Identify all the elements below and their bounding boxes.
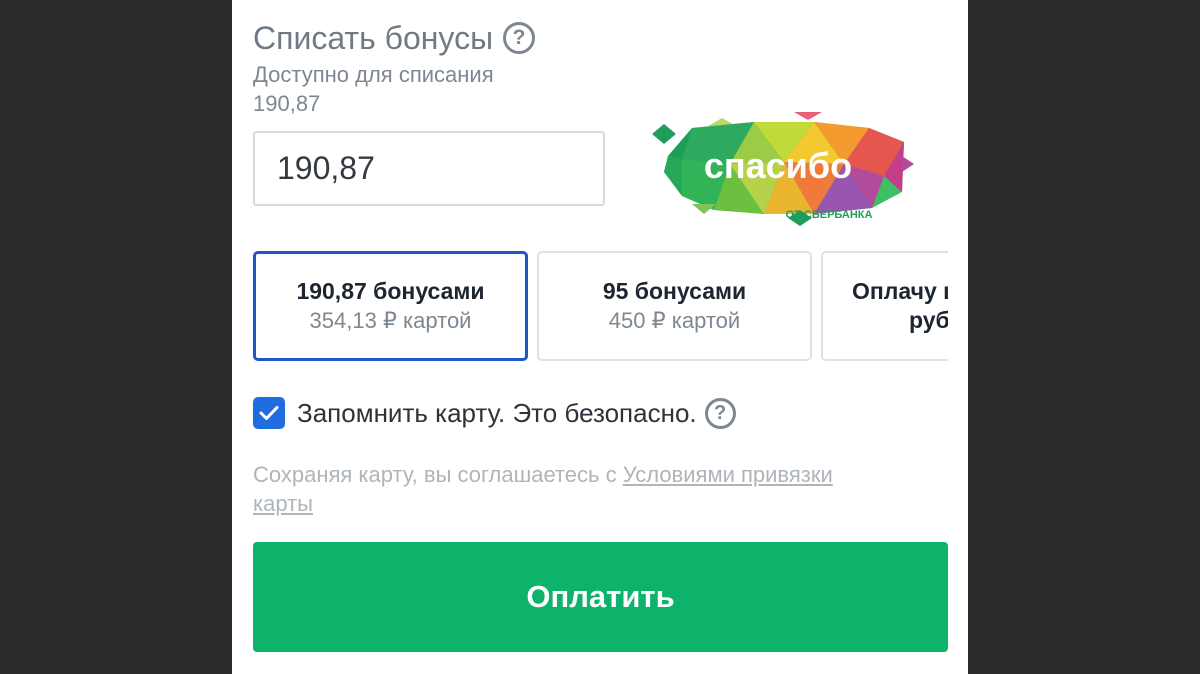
remember-card-row: Запомнить карту. Это безопасно. ? (253, 397, 736, 429)
option-half-bonus[interactable]: 95 бонусами 450 ₽ картой (537, 251, 812, 361)
logo-sub-text: ОТ СБЕРБАНКА (786, 209, 873, 221)
remember-card-label: Запомнить карту. Это безопасно. (297, 397, 697, 428)
question-help-icon[interactable]: ? (503, 22, 536, 54)
spasibo-logo: спасибо ОТ СБЕРБАНКА (652, 112, 914, 226)
option-main-label: 95 бонусами (602, 278, 747, 304)
pay-button[interactable]: Оплатить (253, 542, 948, 652)
terms-text: Сохраняя карту, вы соглашаетесь с Услови… (253, 460, 833, 518)
option-sub-label: 354,13 ₽ картой (309, 308, 472, 333)
option-pay-rubles[interactable]: Оплачу в руб (821, 251, 948, 361)
option-sub-label: руб (909, 307, 948, 333)
bonus-amount-input[interactable] (253, 131, 605, 206)
option-full-bonus[interactable]: 190,87 бонусами 354,13 ₽ картой (253, 251, 528, 361)
bonus-title: Списать бонусы (253, 20, 494, 56)
payment-options: 190,87 бонусами 354,13 ₽ картой 95 бонус… (253, 251, 948, 361)
option-main-label: Оплачу в (852, 278, 948, 304)
option-sub-label: 450 ₽ картой (608, 308, 741, 333)
terms-prefix: Сохраняя карту, вы соглашаетесь с (253, 462, 623, 487)
remember-card-checkbox[interactable] (253, 397, 285, 429)
logo-main-text: спасибо (704, 145, 852, 186)
bonus-title-row: Списать бонусы ? (253, 18, 536, 58)
available-label: Доступно для списания (253, 62, 494, 87)
checkmark-icon (259, 406, 279, 420)
question-help-icon[interactable]: ? (704, 397, 736, 429)
available-value: 190,87 (253, 91, 321, 116)
option-main-label: 190,87 бонусами (296, 278, 485, 304)
payment-panel: Списать бонусы ? Доступно для списания 1… (232, 0, 968, 674)
